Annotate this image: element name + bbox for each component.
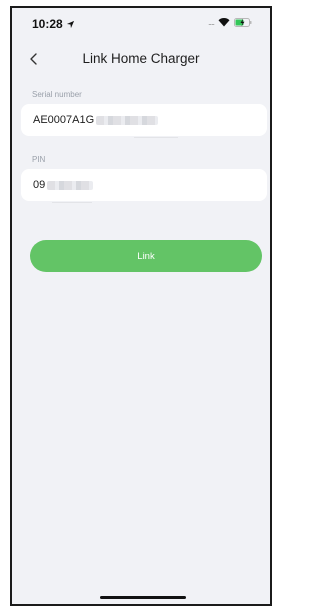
pin-value: 09 — [33, 179, 46, 191]
page-title: Link Home Charger — [82, 51, 200, 66]
pin-field[interactable]: 09 — [21, 169, 267, 201]
status-bar: 10:28 .... — [12, 8, 270, 40]
battery-charging-icon — [234, 17, 252, 27]
serial-number-value: AE0007A1G — [33, 114, 95, 126]
serial-number-field[interactable]: AE0007A1G — [21, 104, 267, 136]
time-text: 10:28 — [32, 17, 63, 31]
wifi-icon — [218, 18, 230, 27]
phone-screen: 10:28 .... Link Home Charger Serial numb… — [10, 6, 272, 606]
serial-number-label: Serial number — [32, 90, 82, 99]
pin-label: PIN — [32, 155, 46, 164]
field-shadow — [134, 137, 178, 138]
nav-bar: Link Home Charger — [12, 42, 270, 76]
signal-icon: .... — [207, 17, 215, 27]
status-icons: .... — [208, 17, 252, 27]
redacted-mask — [47, 180, 94, 190]
location-arrow-icon — [66, 20, 74, 28]
home-indicator — [100, 596, 186, 599]
field-shadow — [52, 202, 92, 203]
link-button[interactable]: Link — [30, 240, 262, 272]
redacted-mask — [96, 115, 159, 125]
status-time: 10:28 — [32, 17, 75, 31]
